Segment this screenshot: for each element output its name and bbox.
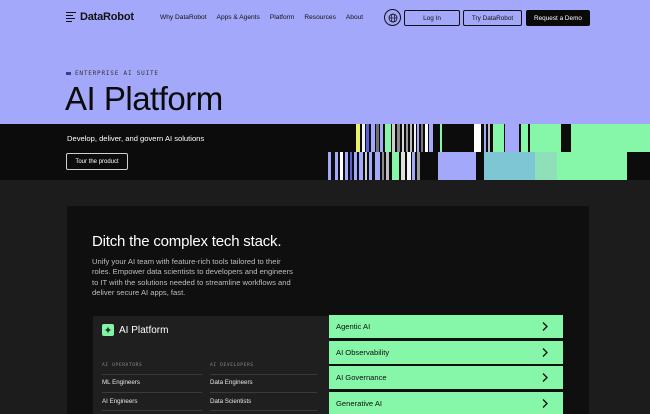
datarobot-logo-icon [66,12,76,23]
divider [210,410,317,411]
list-item-ai-observability[interactable]: AI Observability [329,340,563,364]
nav-link-resources[interactable]: Resources [304,14,336,21]
list-item-label: Agentic AI [336,322,371,331]
eyebrow: ENTERPRISE AI SUITE [66,70,159,77]
datarobot-logo[interactable]: DataRobot [66,11,134,23]
role-ai-engineers[interactable]: AI Engineers [102,398,137,405]
divider [102,410,202,411]
language-button[interactable] [384,9,401,26]
ai-platform-icon [102,324,114,336]
divider [210,392,317,393]
list-item-generative-ai[interactable]: Generative AI [329,392,563,414]
ai-platform-card-header: AI Platform [102,324,168,336]
nav-link-platform[interactable]: Platform [270,14,295,21]
hero-subtitle: Develop, deliver, and govern AI solution… [67,134,205,143]
chevron-right-icon [542,322,548,331]
ai-operators-header: AI OPERATORS [102,363,143,368]
chevron-right-icon [542,347,548,357]
section-description: Unify your AI team with feature-rich too… [92,257,293,298]
nav-link-apps-agents[interactable]: Apps & Agents [217,14,260,21]
divider [102,392,202,393]
page-title: AI Platform [65,80,223,117]
role-ml-engineers[interactable]: ML Engineers [102,379,140,386]
main-nav: Why DataRobot Apps & Agents Platform Res… [160,14,363,21]
list-item-label: AI Governance [336,373,387,383]
section-title: Ditch the complex tech stack. [92,233,282,250]
divider [102,374,202,375]
chevron-right-icon [542,373,548,383]
tour-product-button[interactable]: Tour the product [66,153,128,170]
try-datarobot-button[interactable]: Try DataRobot [463,10,522,26]
divider [210,374,317,375]
ai-developers-header: AI DEVELOPERS [210,363,254,368]
solutions-list: Agentic AI AI Observability AI Governanc… [329,315,563,414]
login-button[interactable]: Log In [404,10,460,26]
decorative-bars-graphic [328,124,650,180]
eyebrow-marker [66,72,71,75]
list-item-agentic-ai[interactable]: Agentic AI [329,315,563,338]
nav-link-why-datarobot[interactable]: Why DataRobot [160,14,207,21]
globe-icon [388,13,397,22]
ai-platform-card-title: AI Platform [119,324,169,336]
role-data-scientists[interactable]: Data Scientists [210,398,251,405]
list-item-label: AI Observability [336,347,390,357]
chevron-right-icon [542,399,548,409]
eyebrow-text: ENTERPRISE AI SUITE [75,70,159,77]
list-item-label: Generative AI [336,399,383,409]
nav-link-about[interactable]: About [346,14,363,21]
request-demo-button[interactable]: Request a Demo [526,10,590,26]
role-data-engineers[interactable]: Data Engineers [210,379,253,386]
logo-text: DataRobot [80,11,134,23]
list-item-ai-governance[interactable]: AI Governance [329,366,563,390]
